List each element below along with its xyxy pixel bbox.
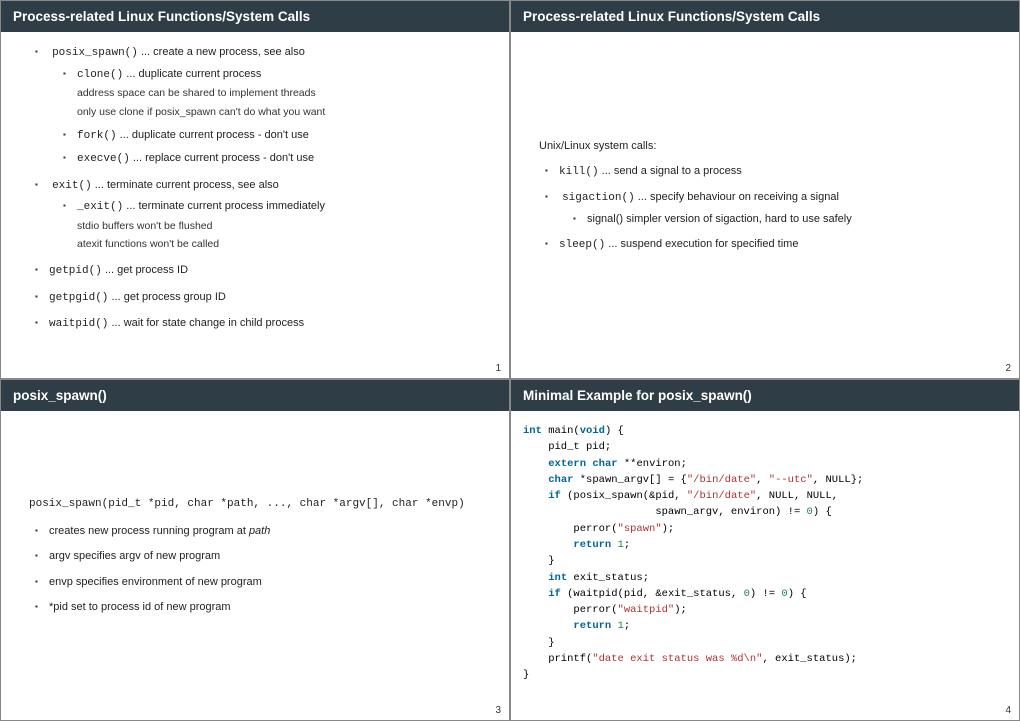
- b2: argv specifies argv of new program: [49, 548, 481, 565]
- code-block: int main(void) { pid_t pid; extern char …: [523, 423, 1011, 683]
- b4: *pid set to process id of new program: [49, 599, 481, 616]
- item-kill: kill() ... send a signal to a process: [559, 163, 991, 181]
- item-getpgid: getpgid() ... get process group ID: [49, 289, 481, 307]
- note-exit-2: atexit functions won't be called: [77, 237, 481, 253]
- b3: envp specifies environment of new progra…: [49, 574, 481, 591]
- slide-2: Process-related Linux Functions/System C…: [510, 0, 1020, 379]
- slide-1-body: posix_spawn() ... create a new process, …: [1, 32, 509, 361]
- slide-4-title: Minimal Example for posix_spawn(): [511, 380, 1019, 411]
- slide-4: Minimal Example for posix_spawn() int ma…: [510, 379, 1020, 721]
- item-clone: clone() ... duplicate current process: [77, 66, 481, 84]
- b1: creates new process running program at p…: [49, 523, 481, 540]
- item-exit: exit() ... terminate current process, se…: [49, 177, 481, 254]
- slide-2-intro: Unix/Linux system calls:: [539, 138, 991, 155]
- slide-4-pagenum: 4: [511, 703, 1019, 720]
- item-posix-spawn: posix_spawn() ... create a new process, …: [49, 44, 481, 168]
- note-clone-2: only use clone if posix_spawn can't do w…: [77, 105, 481, 121]
- slide-1: Process-related Linux Functions/System C…: [0, 0, 510, 379]
- item-_exit: _exit() ... terminate current process im…: [77, 198, 481, 216]
- slide-3-signature: posix_spawn(pid_t *pid, char *path, ...,…: [29, 497, 481, 512]
- item-execve: execve() ... replace current process - d…: [77, 150, 481, 168]
- note-exit-1: stdio buffers won't be flushed: [77, 219, 481, 235]
- slide-grid: Process-related Linux Functions/System C…: [0, 0, 1020, 721]
- slide-3: posix_spawn() posix_spawn(pid_t *pid, ch…: [0, 379, 510, 721]
- item-waitpid: waitpid() ... wait for state change in c…: [49, 315, 481, 333]
- slide-4-body: int main(void) { pid_t pid; extern char …: [511, 411, 1019, 703]
- item-fork: fork() ... duplicate current process - d…: [77, 127, 481, 145]
- slide-3-pagenum: 3: [1, 703, 509, 720]
- item-sigaction: sigaction() ... specify behaviour on rec…: [559, 189, 991, 227]
- slide-1-title: Process-related Linux Functions/System C…: [1, 1, 509, 32]
- item-sleep: sleep() ... suspend execution for specif…: [559, 236, 991, 254]
- slide-1-pagenum: 1: [1, 361, 509, 378]
- slide-3-title: posix_spawn(): [1, 380, 509, 411]
- slide-2-title: Process-related Linux Functions/System C…: [511, 1, 1019, 32]
- slide-2-body: Unix/Linux system calls: kill() ... send…: [511, 32, 1019, 361]
- item-getpid: getpid() ... get process ID: [49, 262, 481, 280]
- item-signal: signal() simpler version of sigaction, h…: [587, 211, 991, 228]
- note-clone-1: address space can be shared to implement…: [77, 86, 481, 102]
- slide-2-pagenum: 2: [511, 361, 1019, 378]
- slide-3-body: posix_spawn(pid_t *pid, char *path, ...,…: [1, 411, 509, 703]
